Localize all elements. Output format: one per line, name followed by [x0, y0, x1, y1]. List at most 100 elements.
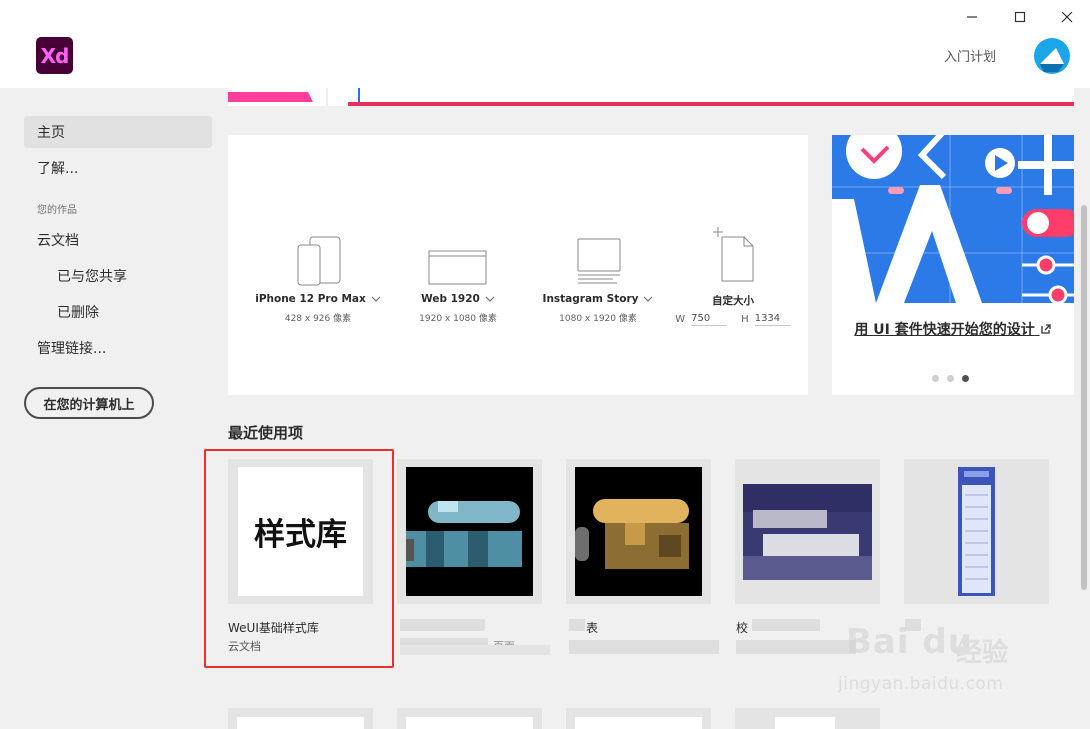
- height-input[interactable]: [754, 312, 791, 326]
- preset-web-1920[interactable]: Web 1920 1920 x 1080 像素: [388, 225, 528, 324]
- sidebar-item-home[interactable]: 主页: [24, 116, 212, 148]
- recent-card-thumbnail: [406, 467, 533, 596]
- width-input[interactable]: [691, 312, 728, 326]
- carousel-dot-2[interactable]: [947, 375, 954, 382]
- blurred-title: [569, 619, 585, 631]
- blurred-subtitle-2: [400, 645, 550, 655]
- pixelated-thumbnail: [743, 484, 872, 580]
- phone-icon: [297, 236, 341, 286]
- preset-name: 自定大小: [712, 295, 754, 307]
- recent-card-thumbnail: [237, 717, 364, 729]
- recent-card-thumbnail: [775, 717, 835, 729]
- chevron-down-icon[interactable]: [371, 296, 381, 302]
- watermark-brand: Bai du: [846, 622, 973, 662]
- minimize-button[interactable]: [952, 4, 992, 30]
- minimize-icon: [967, 16, 977, 18]
- pixelated-thumbnail: [406, 501, 522, 567]
- instagram-story-icon: [577, 238, 621, 284]
- chevron-down-icon[interactable]: [485, 296, 495, 302]
- recent-card-weui[interactable]: 样式库: [228, 459, 373, 604]
- recent-card-thumbnail: 样式库: [238, 467, 363, 596]
- recent-card-title: 校: [736, 621, 749, 635]
- sidebar-item-label: 主页: [37, 125, 65, 141]
- sidebar-item-manage-links[interactable]: 管理链接...: [24, 332, 212, 364]
- pixelated-thumbnail: [575, 499, 689, 569]
- maximize-icon: [1014, 11, 1026, 23]
- recent-card-subtitle: 云文档: [228, 640, 261, 653]
- preset-custom-size[interactable]: 自定大小 W H: [663, 225, 803, 326]
- sidebar-section-your-work: 您的作品: [37, 205, 77, 216]
- sidebar-item-label: 云文档: [37, 233, 79, 249]
- watermark-url: jingyan.baidu.com: [838, 674, 1004, 694]
- preset-dimensions: 1080 x 1920 像素: [559, 314, 637, 324]
- preset-instagram-story[interactable]: Instagram Story 1080 x 1920 像素: [528, 225, 668, 324]
- recent-card-5[interactable]: [904, 459, 1049, 604]
- thumbnail-text: 样式库: [254, 517, 347, 553]
- recent-card-row2-3[interactable]: [566, 708, 711, 729]
- ui-kit-promo-card[interactable]: 用 UI 套件快速开始您的设计: [832, 135, 1074, 395]
- sidebar-item-deleted[interactable]: 已删除: [24, 296, 212, 328]
- recent-card-thumbnail: [958, 467, 995, 596]
- recent-card-thumbnail: [406, 717, 533, 729]
- browser-icon: [428, 250, 487, 285]
- watermark-sub: 经验: [956, 638, 1009, 668]
- width-field: W: [675, 312, 728, 326]
- preset-iphone-12-pro-max[interactable]: iPhone 12 Pro Max 428 x 926 像素: [248, 225, 388, 324]
- sidebar: 主页 了解... 您的作品 云文档 已与您共享 已删除 管理链接... 在您的计…: [0, 88, 228, 729]
- recent-card-4[interactable]: [735, 459, 880, 604]
- ui-kit-illustration: [832, 135, 1074, 303]
- maximize-button[interactable]: [1000, 4, 1040, 30]
- recent-card-3[interactable]: [566, 459, 711, 604]
- learn-plan-link[interactable]: 入门计划: [944, 46, 996, 65]
- carousel-dots: [932, 375, 969, 382]
- long-page-thumbnail: [962, 471, 991, 593]
- carousel-dot-1[interactable]: [932, 375, 939, 382]
- custom-size-icon: [713, 227, 754, 282]
- preset-name: Web 1920: [388, 293, 528, 305]
- ui-kit-promo-image: [832, 135, 1074, 303]
- sidebar-item-label: 了解...: [37, 161, 79, 177]
- recent-card-thumbnail: [743, 484, 872, 580]
- chevron-down-icon[interactable]: [643, 296, 653, 302]
- sidebar-item-cloud-documents[interactable]: 云文档: [24, 224, 212, 256]
- custom-size-fields: W H: [663, 312, 803, 326]
- baidu-jingyan-watermark: Bai du 经验 jingyan.baidu.com: [838, 612, 1038, 702]
- height-label: H: [741, 313, 749, 325]
- hero-banner-art: [228, 88, 1074, 106]
- preset-name: Instagram Story: [528, 293, 668, 305]
- recent-card-row2-1[interactable]: [228, 708, 373, 729]
- preset-dimensions: 1920 x 1080 像素: [419, 314, 497, 324]
- close-button[interactable]: [1047, 4, 1087, 30]
- ui-kit-link-text: 用 UI 套件快速开始您的设计: [854, 322, 1035, 338]
- preset-dimensions: 428 x 926 像素: [284, 314, 352, 324]
- sidebar-item-label: 管理链接...: [37, 341, 107, 357]
- sidebar-item-learn[interactable]: 了解...: [24, 152, 212, 184]
- height-field: H: [741, 312, 791, 326]
- recent-card-title: WeUI基础样式库: [228, 621, 319, 635]
- blurred-title: [752, 619, 820, 631]
- on-your-computer-button[interactable]: 在您的计算机上: [24, 387, 154, 419]
- xd-logo: Xd: [36, 37, 73, 74]
- sidebar-item-label: 已删除: [57, 305, 99, 321]
- width-label: W: [675, 313, 686, 325]
- recent-card-row2-4[interactable]: [735, 708, 880, 729]
- recent-card-thumbnail: [575, 717, 702, 729]
- blurred-subtitle: [569, 640, 719, 654]
- avatar[interactable]: [1034, 38, 1070, 74]
- blurred-title: [400, 619, 485, 631]
- preset-name: iPhone 12 Pro Max: [248, 293, 388, 305]
- ui-kit-link[interactable]: 用 UI 套件快速开始您的设计: [844, 319, 1062, 341]
- carousel-dot-3[interactable]: [962, 375, 969, 382]
- sidebar-item-shared-with-you[interactable]: 已与您共享: [24, 260, 212, 292]
- sidebar-item-label: 已与您共享: [57, 269, 127, 285]
- hero-banner-strip: [228, 88, 1074, 106]
- title-bar: Xd 入门计划: [0, 0, 1090, 88]
- close-icon: [1061, 11, 1073, 23]
- recent-section-title: 最近使用项: [228, 424, 304, 442]
- recent-card-row2-2[interactable]: [397, 708, 542, 729]
- scrollbar[interactable]: [1081, 205, 1087, 590]
- document-presets-panel: iPhone 12 Pro Max 428 x 926 像素 Web 1920 …: [228, 135, 808, 395]
- external-link-icon: [1040, 324, 1051, 334]
- recent-card-title: 表: [586, 621, 599, 635]
- recent-card-2[interactable]: [397, 459, 542, 604]
